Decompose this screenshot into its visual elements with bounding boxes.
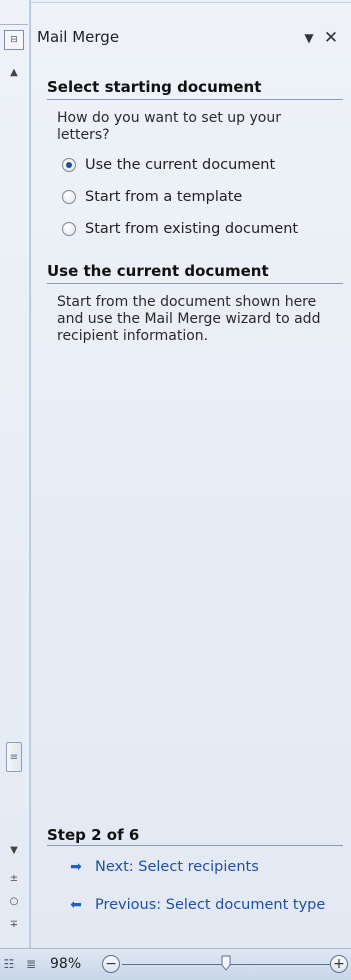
previous-page-icon[interactable]: ± <box>2 870 26 886</box>
zoom-in-button[interactable]: + <box>330 955 348 973</box>
step-indicator: Step 2 of 6 <box>47 826 140 844</box>
pane-top-border <box>31 2 351 3</box>
draft-view-icon[interactable]: ≣ <box>24 957 38 971</box>
arrow-right-icon: ➡ <box>70 859 82 875</box>
option-start-from-template[interactable]: Start from a template <box>62 187 242 207</box>
outline-view-icon[interactable]: ☷ <box>2 957 16 971</box>
app-root: ⊟ ▲ ≡ ▼ ± ○ ∓ Mail Merge ▼ ✕ Select star… <box>0 0 351 980</box>
status-bar: ☷ ≣ 98% − + <box>0 948 351 980</box>
section-heading-starting-document: Select starting document <box>47 78 343 100</box>
next-step-label: Next: Select recipients <box>95 859 259 875</box>
arrow-left-icon: ⬅ <box>70 897 82 913</box>
chevron-down-icon[interactable]: ▼ <box>301 30 317 46</box>
step-divider <box>47 845 343 846</box>
pane-title: Mail Merge <box>37 28 120 46</box>
document-side-strip: ⊟ ▲ ≡ ▼ ± ○ ∓ <box>0 0 30 948</box>
option-label: Start from existing document <box>85 221 299 237</box>
section-heading-current-document: Use the current document <box>47 262 343 284</box>
scroll-up-icon[interactable]: ▲ <box>2 64 26 80</box>
scrollbar-thumb[interactable]: ≡ <box>6 742 22 772</box>
option-use-current-document[interactable]: Use the current document <box>62 155 275 175</box>
next-page-icon[interactable]: ∓ <box>2 916 26 932</box>
strip-divider <box>0 24 28 25</box>
section-description: Start from the document shown here and u… <box>57 294 321 344</box>
next-step-link[interactable]: ➡ Next: Select recipients <box>67 857 259 877</box>
option-label: Use the current document <box>85 157 276 173</box>
radio-button[interactable] <box>62 190 76 204</box>
radio-button[interactable] <box>62 222 76 236</box>
option-start-from-existing-document[interactable]: Start from existing document <box>62 219 298 239</box>
previous-step-label: Previous: Select document type <box>95 897 326 913</box>
close-icon[interactable]: ✕ <box>321 28 341 48</box>
zoom-slider-thumb[interactable] <box>221 955 231 971</box>
scroll-down-icon[interactable]: ▼ <box>2 842 26 858</box>
mail-merge-pane: Mail Merge ▼ ✕ Select starting document … <box>30 0 351 948</box>
setup-prompt: How do you want to set up your letters? <box>57 110 281 143</box>
radio-button-checked[interactable] <box>62 158 76 172</box>
option-label: Start from a template <box>85 189 243 205</box>
view-ruler-icon[interactable]: ⊟ <box>4 30 24 50</box>
previous-step-link[interactable]: ⬅ Previous: Select document type <box>67 895 325 915</box>
select-browse-object-icon[interactable]: ○ <box>2 893 26 909</box>
zoom-level[interactable]: 98% <box>50 956 81 972</box>
zoom-out-button[interactable]: − <box>102 955 120 973</box>
